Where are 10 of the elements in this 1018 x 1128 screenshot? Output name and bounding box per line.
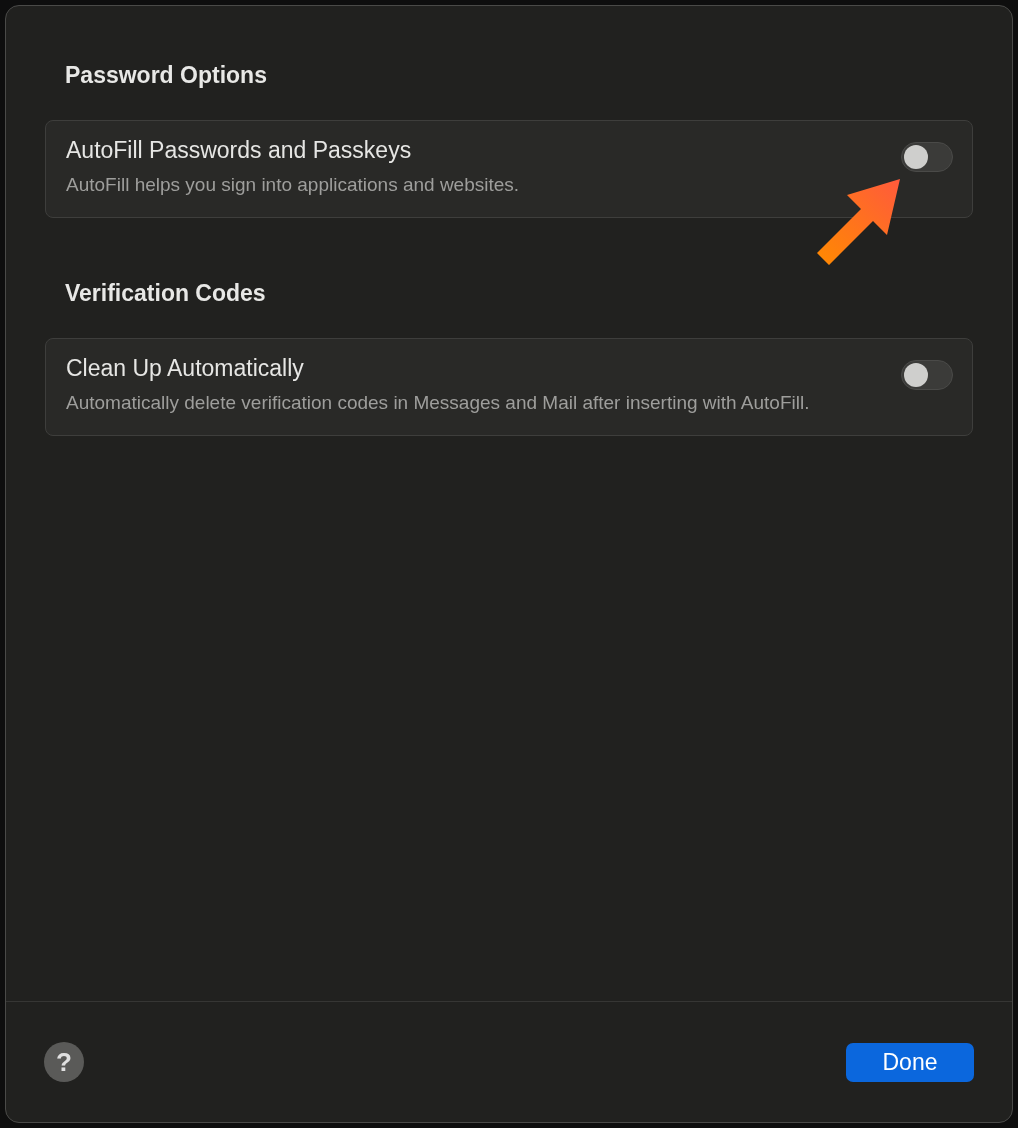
toggle-switch[interactable] <box>901 142 953 172</box>
setting-description: AutoFill helps you sign into applications and websites. <box>66 173 520 197</box>
setting-title: Clean Up Automatically <box>66 355 305 382</box>
toggle-switch[interactable] <box>901 360 953 390</box>
help-button[interactable]: ? <box>44 1042 84 1082</box>
setting-title: AutoFill Passwords and Passkeys <box>66 137 413 164</box>
done-button[interactable]: Done <box>846 1042 974 1082</box>
section-heading: Verification Codes <box>65 280 267 307</box>
setting-description: Automatically delete verification codes in Messages and Mail after inserting with AutoFill. <box>66 391 810 415</box>
section-heading: Password Options <box>65 62 268 89</box>
